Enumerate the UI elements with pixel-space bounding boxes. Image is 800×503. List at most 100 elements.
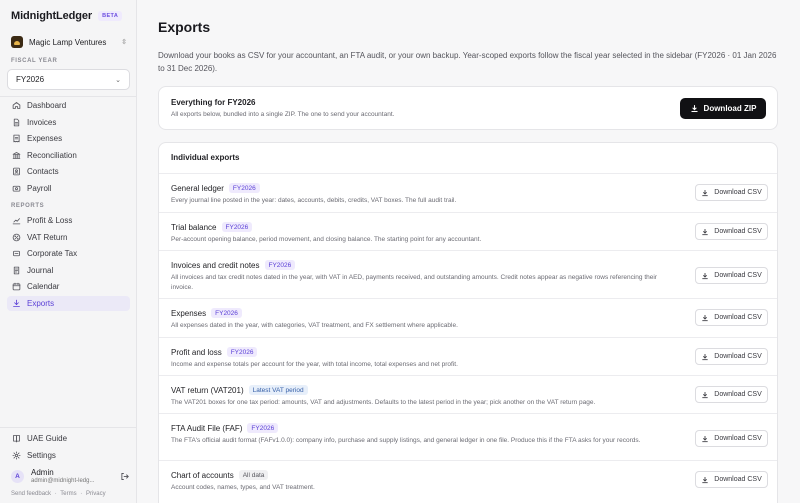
export-title-text: Chart of accounts [171,470,234,480]
export-title: Trial balance FY2026 [171,222,253,232]
avatar: A [11,469,24,483]
calendar-icon [12,282,21,291]
download-csv-button[interactable]: Download CSV [695,348,768,365]
export-description: Income and expense totals per account fo… [171,361,458,368]
fiscal-year-label: FISCAL YEAR [11,58,58,64]
sidebar-item-label: Reconciliation [27,150,77,160]
export-row-trial-balance: Trial balance FY2026 Per-account opening b… [159,212,777,250]
main-content: Exports Download your books as CSV for y… [137,0,800,503]
privacy-link[interactable]: Privacy [86,491,106,497]
export-description: All invoices and tax credit notes dated … [171,274,657,291]
footer-links: Send feedback · Terms · Privacy [11,491,108,497]
contacts-icon [12,167,21,176]
sidebar-item-label: Settings [27,450,56,460]
payroll-icon [12,184,21,193]
sidebar-item-label: UAE Guide [27,434,68,443]
home-icon [12,101,21,110]
export-title: Profit and loss FY2026 [171,347,258,357]
export-description: The FTA's official audit format (FAFv1.0… [171,437,641,444]
terms-link[interactable]: Terms [60,491,76,497]
sidebar-item-label: Dashboard [27,101,67,110]
journal-icon [12,266,21,275]
download-icon [691,105,698,113]
chevron-updown-icon: ⇳ [121,39,127,46]
download-csv-label: Download CSV [714,391,762,398]
sidebar-item-label: VAT Return [27,232,68,242]
sidebar-item-profit-and-loss[interactable]: Profit & Loss [7,213,130,228]
user-menu[interactable]: A Admin admin@midnight-ledg... [11,468,129,484]
sidebar-item-vat-return[interactable]: VAT Return [7,230,130,245]
download-zip-label: Download ZIP [703,104,757,113]
user-name: Admin [31,468,54,477]
brand-name: MidnightLedger [11,10,93,22]
beta-badge: BETA [98,11,123,21]
export-title-text: Profit and loss [171,347,222,357]
bundle-title: Everything for FY2026 [171,98,256,107]
gear-icon [12,451,21,460]
page-title: Exports [158,19,211,35]
export-row-vat-return-vat201: VAT return (VAT201) Latest VAT period The … [159,375,777,413]
fiscal-year-value: FY2026 [16,75,45,84]
sidebar-item-expenses[interactable]: Expenses [7,131,130,146]
footer-separator: · [80,491,83,497]
sidebar-item-uae-guide[interactable]: UAE Guide [7,431,130,446]
logout-icon[interactable] [120,472,129,481]
download-csv-button[interactable]: Download CSV [695,267,768,284]
send-feedback-link[interactable]: Send feedback [11,491,51,497]
download-csv-label: Download CSV [714,476,762,483]
page-description: Download your books as CSV for your acco… [158,51,777,73]
fiscal-year-select[interactable]: FY2026 ⌄ [7,69,130,90]
download-icon [702,314,708,321]
user-email: admin@midnight-ledg... [31,478,95,484]
sidebar-item-exports[interactable]: Exports [7,296,130,311]
sidebar-item-journal[interactable]: Journal [7,263,130,278]
sidebar-item-dashboard[interactable]: Dashboard [7,98,130,113]
scope-badge: Latest VAT period [248,385,308,395]
export-title-text: FTA Audit File (FAF) [171,423,243,433]
bundle-card: Everything for FY2026 All exports below,… [158,86,778,130]
export-title-text: Expenses [171,308,207,318]
sidebar-item-reconciliation[interactable]: Reconciliation [7,148,130,163]
brand[interactable]: MidnightLedger BETA [11,10,123,22]
download-csv-button[interactable]: Download CSV [695,430,768,447]
tax-icon [12,249,21,258]
reports-label: REPORTS [11,203,45,209]
org-switcher[interactable]: Magic Lamp Ventures ⇳ [11,36,127,48]
document-icon [12,118,21,127]
export-title: FTA Audit File (FAF) FY2026 [171,423,279,433]
download-csv-label: Download CSV [714,272,762,279]
download-csv-label: Download CSV [714,189,762,196]
sidebar-item-label: Calendar [27,282,60,292]
download-zip-button[interactable]: Download ZIP [680,98,766,119]
download-csv-button[interactable]: Download CSV [695,386,768,403]
download-csv-button[interactable]: Download CSV [695,309,768,326]
footer-separator: · [54,491,57,497]
export-row-fta-audit-file-faf: FTA Audit File (FAF) FY2026 The FTA's offi… [159,413,777,460]
org-logo-icon [11,36,23,48]
vat-icon [12,233,21,242]
export-title: Expenses FY2026 [171,308,242,318]
download-csv-button[interactable]: Download CSV [695,223,768,240]
scope-badge: FY2026 [247,423,279,433]
export-row-profit-and-loss: Profit and loss FY2026 Income and expense … [159,337,777,375]
export-row-general-ledger: General ledger FY2026 Every journal line p… [159,173,777,212]
sidebar-item-invoices[interactable]: Invoices [7,115,130,130]
scope-badge: FY2026 [221,222,253,232]
sidebar-item-corporate-tax[interactable]: Corporate Tax [7,246,130,261]
individual-exports-title: Individual exports [171,153,240,162]
download-csv-button[interactable]: Download CSV [695,471,768,488]
scope-badge: All data [238,470,269,480]
export-description: Every journal line posted in the year: d… [171,197,457,204]
download-icon [702,228,708,235]
export-title-text: Invoices and credit notes [171,260,260,270]
export-row-expenses: Expenses FY2026 All expenses dated in the … [159,298,777,337]
sidebar-item-label: Contacts [27,167,59,177]
sidebar-item-contacts[interactable]: Contacts [7,164,130,179]
sidebar-item-calendar[interactable]: Calendar [7,279,130,294]
download-icon [702,476,708,483]
download-icon [702,353,708,360]
download-csv-button[interactable]: Download CSV [695,184,768,201]
sidebar-item-settings[interactable]: Settings [7,448,130,463]
sidebar-item-payroll[interactable]: Payroll [7,181,130,196]
bundle-subtitle: All exports below, bundled into a single… [171,111,395,118]
